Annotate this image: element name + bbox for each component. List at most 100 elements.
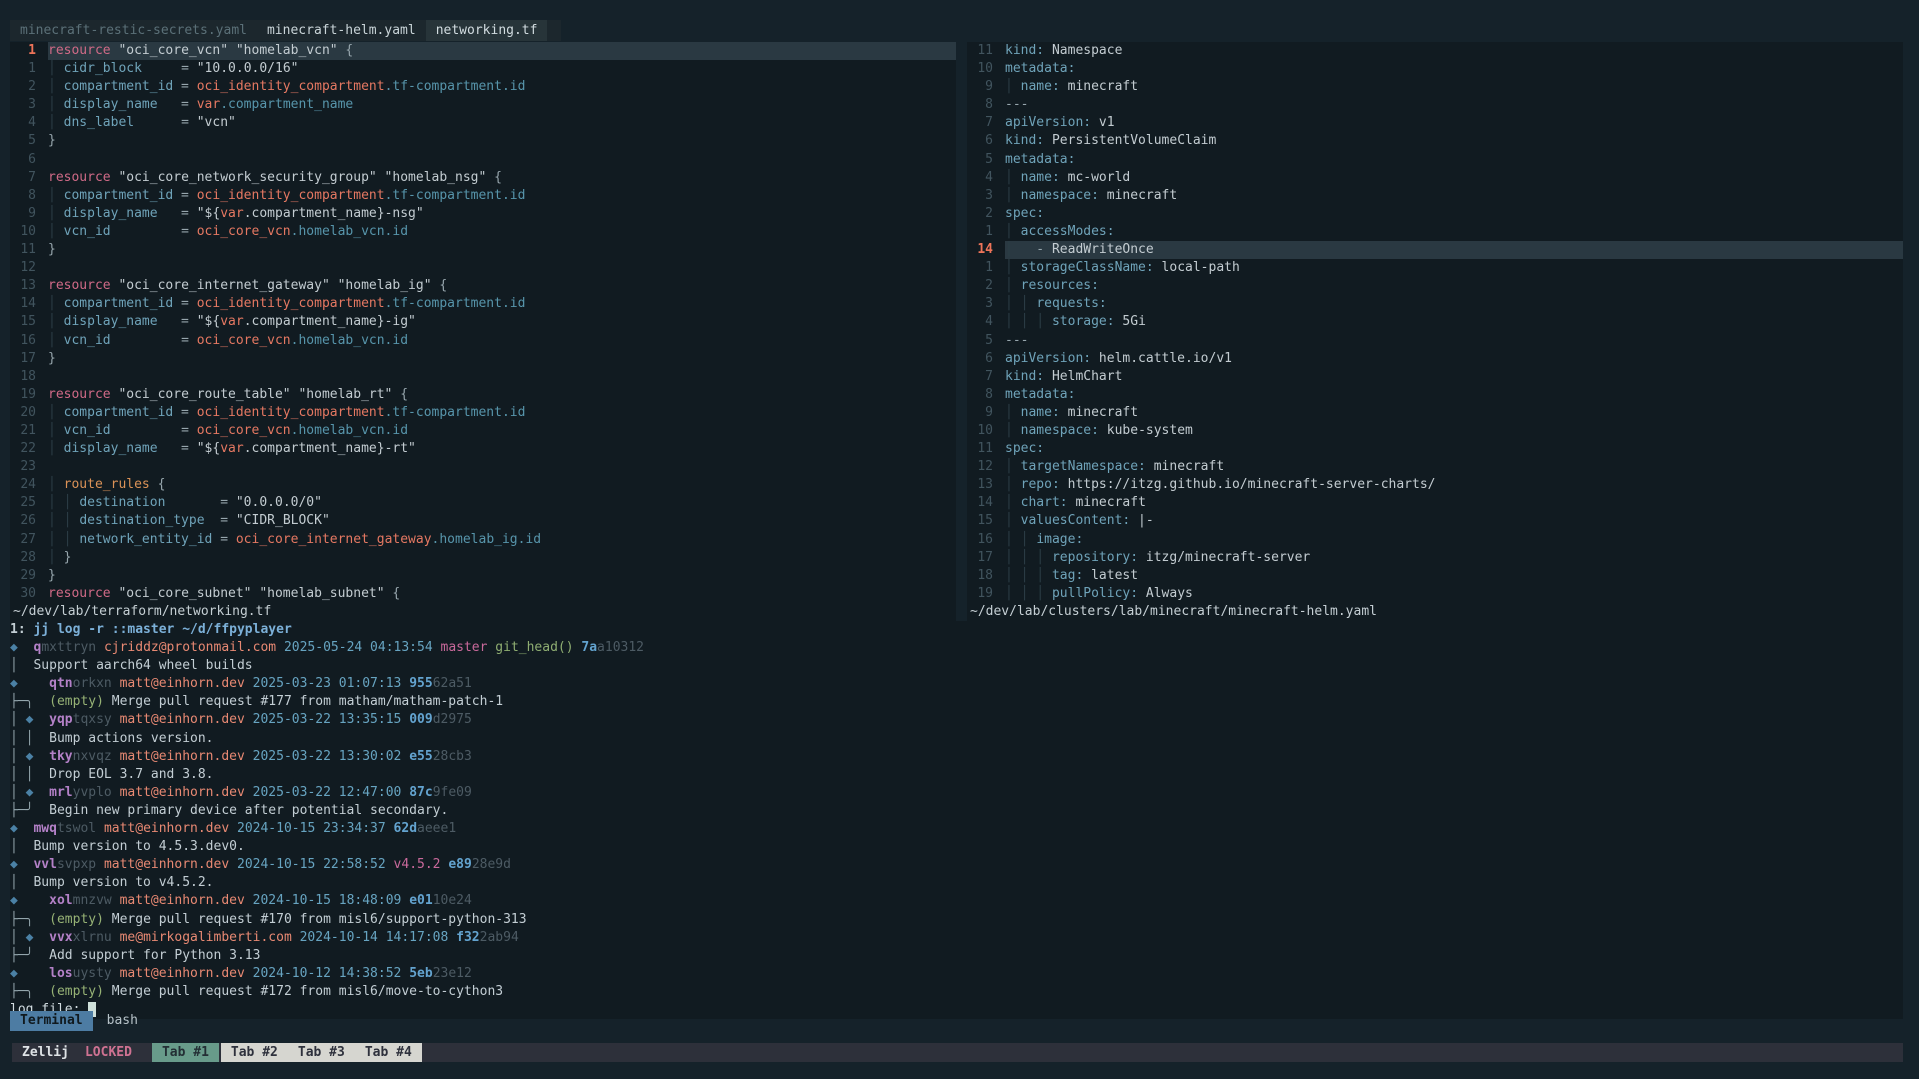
code-line: 1resource "oci_core_vcn" "homelab_vcn" { [10, 42, 956, 60]
code-line: 30resource "oci_core_subnet" "homelab_su… [10, 585, 956, 603]
code-line: 6apiVersion: helm.cattle.io/v1 [967, 350, 1903, 368]
code-line: 15│ valuesContent: |- [967, 512, 1903, 530]
terminal-mode-chip[interactable]: Terminal [10, 1011, 93, 1031]
code-line: ├─╯ Begin new primary device after poten… [10, 802, 1903, 820]
code-line: │ │ Bump actions version. [10, 730, 1903, 748]
jj-log-output: 1: jj log -r ::master ~/d/ffpyplayer◆ qm… [10, 621, 1903, 1019]
code-line: 7resource "oci_core_network_security_gro… [10, 169, 956, 187]
code-line: │ Bump version to v4.5.2. [10, 874, 1903, 892]
zellij-tab-3[interactable]: Tab #3 [288, 1043, 355, 1062]
code-line: 23 [10, 458, 956, 476]
code-line: 11} [10, 241, 956, 259]
buffer-tab-networking[interactable]: networking.tf [426, 20, 548, 41]
code-line: 10metadata: [967, 60, 1903, 78]
bufferline-cap [547, 20, 561, 41]
code-line: 5--- [967, 332, 1903, 350]
code-line: 8metadata: [967, 386, 1903, 404]
terminal-prompt: log file: [10, 1001, 1903, 1019]
code-line: ◆ qmxttryn cjriddz@protonmail.com 2025-0… [10, 639, 1903, 657]
terminal-pane-title: 1: jj log -r ::master ~/d/ffpyplayer [10, 621, 1903, 639]
code-line: 7apiVersion: v1 [967, 114, 1903, 132]
zellij-tab-1[interactable]: Tab #1 [152, 1043, 219, 1062]
code-line: │ Support aarch64 wheel builds [10, 657, 1903, 675]
buffer-tab-minecraft-restic-secrets[interactable]: minecraft-restic-secrets.yaml [10, 20, 257, 41]
code-line: 13resource "oci_core_internet_gateway" "… [10, 277, 956, 295]
code-line: │ Bump version to 4.5.3.dev0. [10, 838, 1903, 856]
code-line: 7kind: HelmChart [967, 368, 1903, 386]
shell-label[interactable]: bash [107, 1011, 138, 1031]
code-line: ├─╮ (empty) Merge pull request #172 from… [10, 983, 1903, 1001]
code-line: 3│ namespace: minecraft [967, 187, 1903, 205]
code-line: │ ◆ yqptqxsy matt@einhorn.dev 2025-03-22… [10, 711, 1903, 729]
code-line: ◆ vvlsvpxp matt@einhorn.dev 2024-10-15 2… [10, 856, 1903, 874]
code-line: 18│ │ │ tag: latest [967, 567, 1903, 585]
code-line: 9│ name: minecraft [967, 78, 1903, 96]
code-line: ├─╯ Add support for Python 3.13 [10, 947, 1903, 965]
code-line: 8│ compartment_id = oci_identity_compart… [10, 187, 956, 205]
code-line: 1│ accessModes: [967, 223, 1903, 241]
code-lines-helm-yaml: 11kind: Namespace10metadata:9│ name: min… [967, 42, 1903, 603]
code-line: 16│ │ image: [967, 531, 1903, 549]
code-line: 11spec: [967, 440, 1903, 458]
code-line: 5} [10, 132, 956, 150]
buffer-tab-minecraft-helm[interactable]: minecraft-helm.yaml [257, 20, 426, 41]
code-line: 16│ vcn_id = oci_core_vcn.homelab_vcn.id [10, 332, 956, 350]
code-line: 12│ targetNamespace: minecraft [967, 458, 1903, 476]
code-line: │ ◆ mrlyvplo matt@einhorn.dev 2025-03-22… [10, 784, 1903, 802]
code-line: 2│ compartment_id = oci_identity_compart… [10, 78, 956, 96]
code-line: │ │ Drop EOL 3.7 and 3.8. [10, 766, 1903, 784]
code-line: 14│ - ReadWriteOnce [967, 241, 1903, 259]
zellij-logo: Zellij [22, 1043, 69, 1062]
code-line: 4│ name: mc-world [967, 169, 1903, 187]
code-line: 24│ route_rules { [10, 476, 956, 494]
code-line: 2spec: [967, 205, 1903, 223]
zellij-status-bar: Zellij LOCKED Tab #1 Tab #2 Tab #3 Tab #… [12, 1043, 1903, 1062]
code-line: 18 [10, 368, 956, 386]
code-line: 17│ │ │ repository: itzg/minecraft-serve… [967, 549, 1903, 567]
code-line: 17} [10, 350, 956, 368]
code-line: │ ◆ tkynxvqz matt@einhorn.dev 2025-03-22… [10, 748, 1903, 766]
code-line: 26│ │ destination_type = "CIDR_BLOCK" [10, 512, 956, 530]
code-line: 14│ compartment_id = oci_identity_compar… [10, 295, 956, 313]
code-line: 28│ } [10, 549, 956, 567]
code-line: 9│ display_name = "${var.compartment_nam… [10, 205, 956, 223]
code-line: 1│ cidr_block = "10.0.0.0/16" [10, 60, 956, 78]
terminal-pane-jj-log[interactable]: 1: jj log -r ::master ~/d/ffpyplayer◆ qm… [10, 621, 1903, 1019]
code-line: 27│ │ network_entity_id = oci_core_inter… [10, 531, 956, 549]
code-line: 11kind: Namespace [967, 42, 1903, 60]
code-line: 19│ │ │ pullPolicy: Always [967, 585, 1903, 603]
code-lines-terraform: 1resource "oci_core_vcn" "homelab_vcn" {… [10, 42, 956, 603]
code-line: 19resource "oci_core_route_table" "homel… [10, 386, 956, 404]
code-line: 25│ │ destination = "0.0.0.0/0" [10, 494, 956, 512]
code-line: 10│ namespace: kube-system [967, 422, 1903, 440]
zellij-tab-4[interactable]: Tab #4 [355, 1043, 422, 1062]
editor-pane-helm-yaml[interactable]: 11kind: Namespace10metadata:9│ name: min… [967, 42, 1903, 621]
code-line: ◆ qtnorkxn matt@einhorn.dev 2025-03-23 0… [10, 675, 1903, 693]
code-line: 8--- [967, 96, 1903, 114]
code-line: 2│ resources: [967, 277, 1903, 295]
code-line: 3│ │ requests: [967, 295, 1903, 313]
code-line: 12 [10, 259, 956, 277]
code-line: 6kind: PersistentVolumeClaim [967, 132, 1903, 150]
code-line: 20│ compartment_id = oci_identity_compar… [10, 404, 956, 422]
code-line: 21│ vcn_id = oci_core_vcn.homelab_vcn.id [10, 422, 956, 440]
code-line: ├─╮ (empty) Merge pull request #177 from… [10, 693, 1903, 711]
statusline-path-terraform: ~/dev/lab/terraform/networking.tf [10, 603, 956, 621]
editor-pane-terraform[interactable]: 1resource "oci_core_vcn" "homelab_vcn" {… [10, 42, 956, 621]
code-line: 9│ name: minecraft [967, 404, 1903, 422]
code-line: ├─╮ (empty) Merge pull request #170 from… [10, 911, 1903, 929]
code-line: 1│ storageClassName: local-path [967, 259, 1903, 277]
code-line: 22│ display_name = "${var.compartment_na… [10, 440, 956, 458]
terminal-mode-row: Terminal bash [10, 1011, 138, 1031]
editor-bufferline: minecraft-restic-secrets.yaml minecraft-… [10, 20, 561, 41]
zellij-session: minecraft-restic-secrets.yaml minecraft-… [0, 0, 1919, 1079]
code-line: 4│ dns_label = "vcn" [10, 114, 956, 132]
zellij-mode-indicator: LOCKED [85, 1043, 132, 1062]
code-line: │ ◆ vvxxlrnu me@mirkogalimberti.com 2024… [10, 929, 1903, 947]
code-line: 4│ │ │ storage: 5Gi [967, 313, 1903, 331]
code-line: 3│ display_name = var.compartment_name [10, 96, 956, 114]
code-line: 15│ display_name = "${var.compartment_na… [10, 313, 956, 331]
zellij-tab-2[interactable]: Tab #2 [221, 1043, 288, 1062]
code-line: 13│ repo: https://itzg.github.io/minecra… [967, 476, 1903, 494]
code-line: 14│ chart: minecraft [967, 494, 1903, 512]
